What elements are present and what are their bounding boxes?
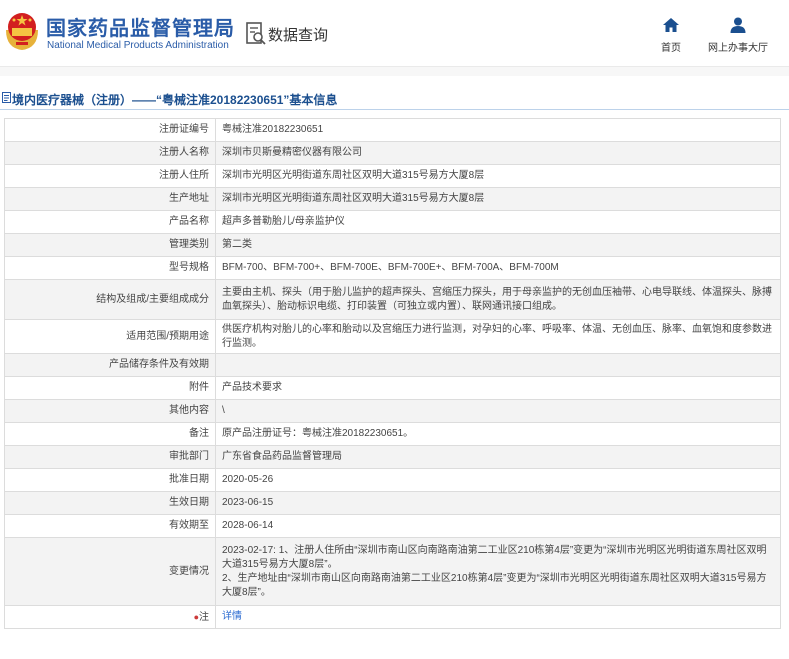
site-name-en: National Medical Products Administration: [47, 40, 229, 51]
info-row-value: 超声多普勒胎儿/母亲监护仪: [215, 210, 781, 234]
details-link[interactable]: 详情: [222, 611, 242, 622]
info-row-label: 注册人住所: [4, 164, 216, 188]
site-header: 国家药品监督管理局 National Medical Products Admi…: [0, 0, 789, 66]
info-row-label: 管理类别: [4, 233, 216, 257]
nav-online-service-hall-label: 网上办事大厅: [708, 43, 768, 54]
data-query-icon: [246, 22, 266, 45]
info-row-value: 粤械注准20182230651: [215, 118, 781, 142]
site-name-cn: 国家药品监督管理局: [46, 18, 235, 40]
info-row-label: 结构及组成/主要组成成分: [4, 279, 216, 320]
info-row-value: 产品技术要求: [215, 376, 781, 400]
info-row-label: 适用范围/预期用途: [4, 319, 216, 354]
header-divider: [0, 66, 789, 76]
info-row-value: [215, 353, 781, 377]
info-row: 注册证编号 粤械注准20182230651: [4, 118, 781, 142]
info-row: 型号规格 BFM-700、BFM-700+、BFM-700E、BFM-700E+、…: [4, 256, 781, 280]
info-row: 备注 原产品注册证号：粤械注准20182230651。: [4, 422, 781, 446]
info-row-value: \: [215, 399, 781, 423]
info-row-label: 产品储存条件及有效期: [4, 353, 216, 377]
basic-info-table: 注册证编号 粤械注准20182230651 注册人名称 深圳市贝斯曼精密仪器有限公司注…: [4, 118, 781, 629]
info-row-label: 产品名称: [4, 210, 216, 234]
info-row-value: BFM-700、BFM-700+、BFM-700E、BFM-700E+、BFM-…: [215, 256, 781, 280]
note-row-label: 注: [199, 611, 209, 623]
info-row-label: 审批部门: [4, 445, 216, 469]
info-row-label: 变更情况: [4, 537, 216, 606]
info-row: 产品储存条件及有效期: [4, 353, 781, 377]
info-row-value: 深圳市光明区光明街道东周社区双明大道315号易方大厦8层: [215, 164, 781, 188]
info-row-value: 供医疗机构对胎儿的心率和胎动以及宫缩压力进行监测，对孕妇的心率、呼吸率、体温、无…: [215, 319, 781, 354]
info-row: 生产地址 深圳市光明区光明街道东周社区双明大道315号易方大厦8层: [4, 187, 781, 211]
info-row: 有效期至 2028-06-14: [4, 514, 781, 538]
info-row: 变更情况 2023-02-17: 1、注册人住所由“深圳市南山区向南路南油第二工业…: [4, 537, 781, 606]
info-row-value: 第二类: [215, 233, 781, 257]
info-row-value: 2020-05-26: [215, 468, 781, 492]
info-row-label: 注册人名称: [4, 141, 216, 165]
info-row: 生效日期 2023-06-15: [4, 491, 781, 515]
nav-online-service-hall[interactable]: 网上办事大厅: [706, 16, 770, 54]
info-row-label: 附件: [4, 376, 216, 400]
info-row: 适用范围/预期用途 供医疗机构对胎儿的心率和胎动以及宫缩压力进行监测，对孕妇的心率…: [4, 319, 781, 354]
info-row-label: 生产地址: [4, 187, 216, 211]
nav-home-label: 首页: [661, 43, 681, 54]
page-title-bar: 境内医疗器械（注册）——“粤械注准20182230651”基本信息: [0, 88, 789, 110]
info-row-label: 批准日期: [4, 468, 216, 492]
info-row: 管理类别 第二类: [4, 233, 781, 257]
info-row: 审批部门 广东省食品药品监督管理局: [4, 445, 781, 469]
info-row-value: 2023-06-15: [215, 491, 781, 515]
note-row-label-cell: ●注: [4, 605, 216, 629]
info-row-label: 生效日期: [4, 491, 216, 515]
info-row-label: 注册证编号: [4, 118, 216, 142]
user-icon: [730, 17, 746, 33]
info-row-label: 备注: [4, 422, 216, 446]
nav-home[interactable]: 首页: [656, 16, 686, 54]
data-query-label: 数据查询: [268, 27, 329, 44]
info-row: 注册人名称 深圳市贝斯曼精密仪器有限公司: [4, 141, 781, 165]
info-row: 产品名称 超声多普勒胎儿/母亲监护仪: [4, 210, 781, 234]
info-row-label: 有效期至: [4, 514, 216, 538]
info-row-value: 2023-02-17: 1、注册人住所由“深圳市南山区向南路南油第二工业区210…: [215, 537, 781, 606]
note-row: ●注 详情: [4, 605, 781, 629]
info-row-value: 广东省食品药品监督管理局: [215, 445, 781, 469]
page-title: 境内医疗器械（注册）——“粤械注准20182230651”基本信息: [12, 93, 338, 107]
info-row-value: 深圳市光明区光明街道东周社区双明大道315号易方大厦8层: [215, 187, 781, 211]
info-row-value: 原产品注册证号：粤械注准20182230651。: [215, 422, 781, 446]
info-row: 注册人住所 深圳市光明区光明街道东周社区双明大道315号易方大厦8层: [4, 164, 781, 188]
note-row-value-cell: 详情: [215, 605, 781, 629]
info-row: 其他内容 \: [4, 399, 781, 423]
info-row-value: 深圳市贝斯曼精密仪器有限公司: [215, 141, 781, 165]
home-icon: [663, 18, 679, 32]
info-row-value: 2028-06-14: [215, 514, 781, 538]
info-row: 结构及组成/主要组成成分 主要由主机、探头（用于胎儿监护的超声探头、宫缩压力探头，…: [4, 279, 781, 320]
info-row-value: 主要由主机、探头（用于胎儿监护的超声探头、宫缩压力探头，用于母亲监护的无创血压袖…: [215, 279, 781, 320]
document-icon: [2, 92, 11, 103]
national-emblem-icon: [6, 13, 38, 50]
info-row: 附件 产品技术要求: [4, 376, 781, 400]
info-row-label: 型号规格: [4, 256, 216, 280]
info-row-label: 其他内容: [4, 399, 216, 423]
info-row: 批准日期 2020-05-26: [4, 468, 781, 492]
